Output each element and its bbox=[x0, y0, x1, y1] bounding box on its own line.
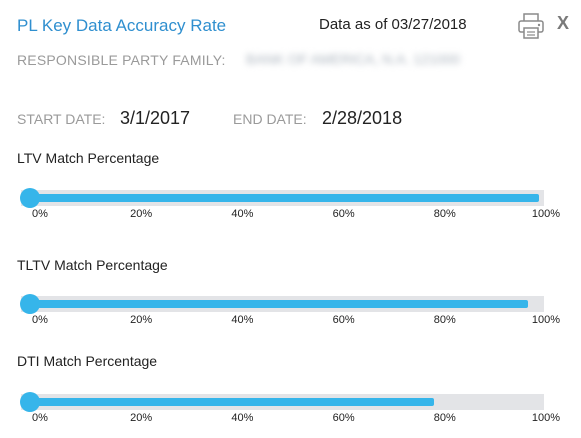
tltv-match-title: TLTV Match Percentage bbox=[17, 257, 168, 273]
tick-label: 0% bbox=[32, 314, 48, 326]
dialog-title: PL Key Data Accuracy Rate bbox=[17, 16, 227, 35]
tick-label: 40% bbox=[231, 208, 254, 220]
slider-handle[interactable] bbox=[20, 294, 40, 314]
start-date-value: 3/1/2017 bbox=[120, 108, 191, 128]
dti-match-title: DTI Match Percentage bbox=[17, 353, 158, 369]
slider-handle[interactable] bbox=[20, 392, 40, 412]
tick-label: 0% bbox=[32, 208, 48, 220]
tick-label: 20% bbox=[130, 208, 153, 220]
end-date-label: END DATE: bbox=[233, 111, 307, 127]
data-as-of-text: Data as of 03/27/2018 bbox=[319, 16, 467, 33]
tick-label: 60% bbox=[332, 314, 355, 326]
close-icon[interactable]: X bbox=[557, 12, 569, 34]
ltv-match-title: LTV Match Percentage bbox=[17, 150, 160, 166]
slider-fill bbox=[21, 300, 529, 308]
tick-label: 40% bbox=[231, 314, 254, 326]
tick-label: 60% bbox=[332, 208, 355, 220]
slider-fill bbox=[21, 398, 435, 406]
slider-fill bbox=[21, 194, 539, 202]
start-date-label: START DATE: bbox=[17, 111, 106, 127]
responsible-party-value: BANK OF AMERICA, N.A. 121000 bbox=[246, 51, 460, 67]
tick-label: 40% bbox=[231, 412, 254, 424]
tick-label: 20% bbox=[130, 412, 153, 424]
printer-icon[interactable] bbox=[517, 12, 545, 40]
tick-label: 100% bbox=[531, 208, 561, 220]
tick-label: 0% bbox=[32, 412, 48, 424]
tick-label: 80% bbox=[433, 314, 456, 326]
tick-label: 20% bbox=[130, 314, 153, 326]
slider-handle[interactable] bbox=[20, 188, 40, 208]
tick-label: 100% bbox=[531, 412, 561, 424]
tick-label: 100% bbox=[531, 314, 561, 326]
tick-label: 80% bbox=[433, 208, 456, 220]
end-date-value: 2/28/2018 bbox=[322, 108, 403, 128]
responsible-party-label: RESPONSIBLE PARTY FAMILY: bbox=[17, 52, 226, 68]
tick-label: 60% bbox=[332, 412, 355, 424]
tick-label: 80% bbox=[433, 412, 456, 424]
